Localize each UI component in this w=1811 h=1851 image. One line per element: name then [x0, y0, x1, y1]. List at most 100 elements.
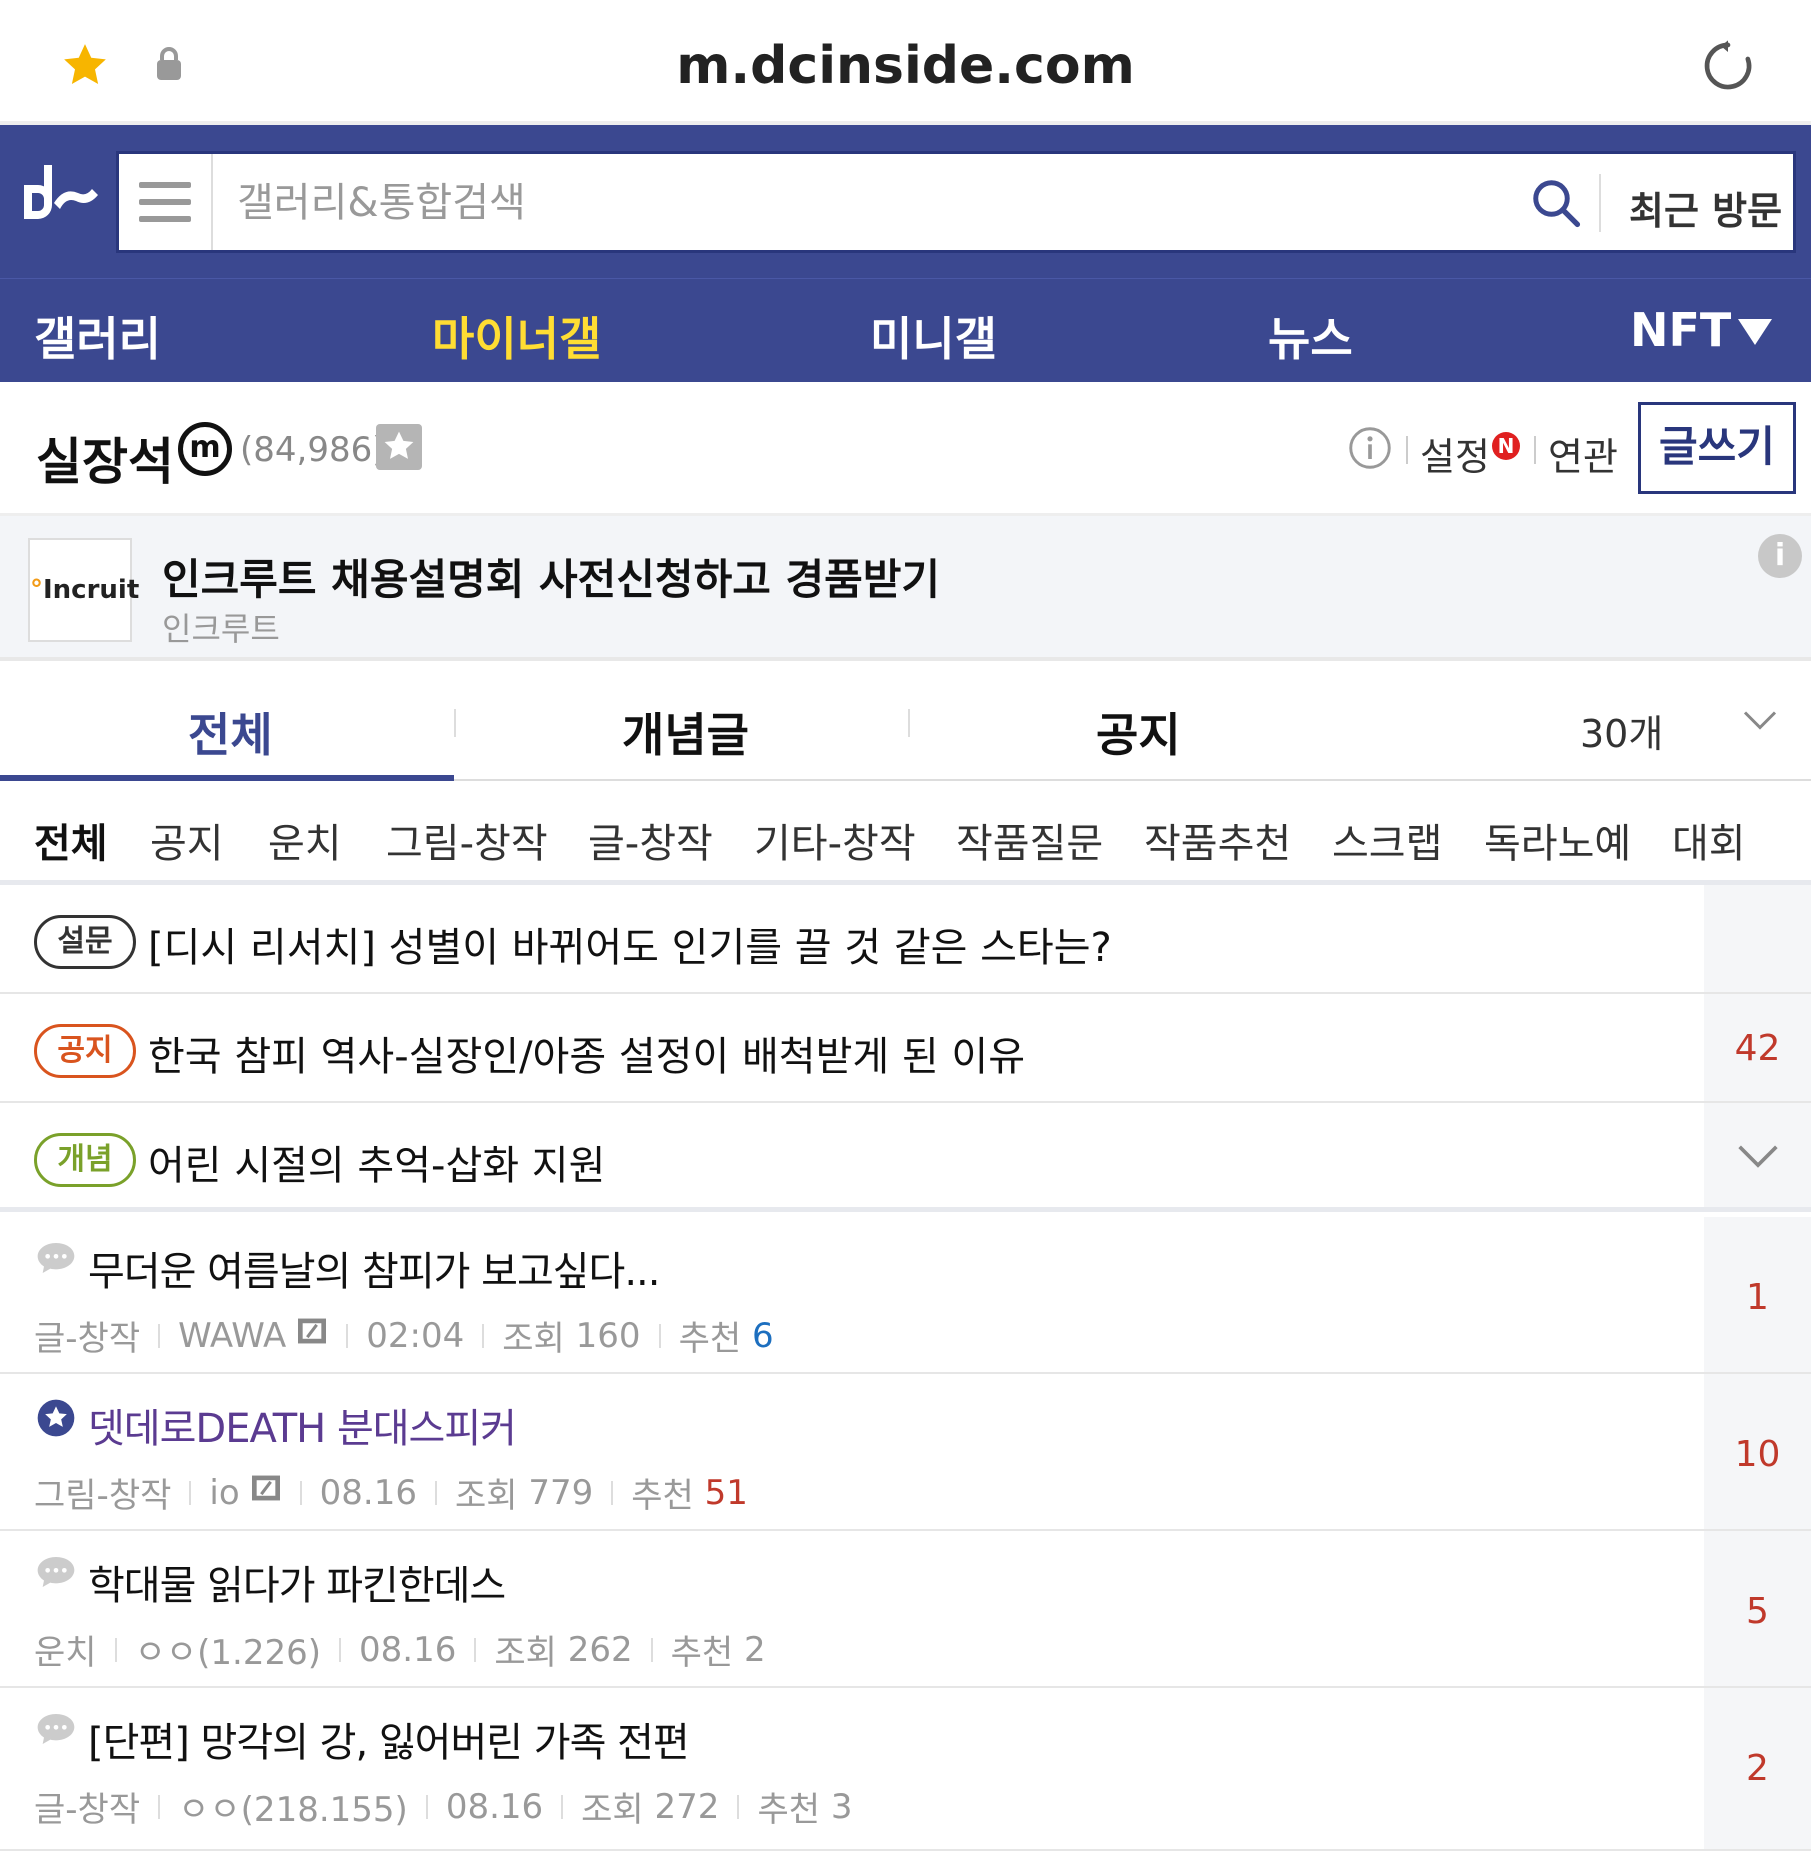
meta-divider	[339, 1637, 341, 1662]
search-icon[interactable]	[1529, 176, 1583, 230]
comment-count[interactable]: 5	[1704, 1591, 1811, 1632]
meta-divider	[189, 1480, 192, 1505]
search-divider	[1599, 174, 1601, 232]
post-title[interactable]: 무더운 여름날의 참피가 보고싶다...	[88, 1239, 660, 1297]
speech-bubble-icon	[37, 1243, 75, 1273]
post-filter-tabs: 전체 개념글 공지 30개	[0, 665, 1811, 781]
write-post-button[interactable]: 글쓰기	[1638, 402, 1796, 494]
post-category: 글-창작	[34, 1319, 141, 1359]
post-time: 08.16	[319, 1472, 417, 1513]
views-label: 조회	[502, 1319, 565, 1359]
post-category: 그림-창작	[34, 1476, 172, 1516]
post-row[interactable]: 뎃데로DEATH 분대스피커 그림-창작 io 08.16 조회 779 추천 51 1…	[0, 1374, 1811, 1531]
reco-label: 추천	[757, 1790, 820, 1830]
head-drawing[interactable]: 그림-창작	[386, 811, 548, 869]
notice-row[interactable]: 설문 [디시 리서치] 성별이 바뀌어도 인기를 끌 것 같은 스타는?	[0, 885, 1811, 994]
notice-title[interactable]: 한국 참피 역사-실장인/아종 설정이 배척받게 된 이유	[148, 1024, 1025, 1082]
nav-minor-gallery[interactable]: 마이너갤	[432, 303, 601, 369]
expand-chevron-icon[interactable]	[1736, 1141, 1780, 1171]
nav-expand-icon[interactable]	[1738, 319, 1772, 345]
tab-notice[interactable]: 공지	[1096, 699, 1181, 765]
comment-count[interactable]: 42	[1704, 1028, 1811, 1069]
post-author[interactable]: ㅇㅇ(1.226)	[135, 1625, 321, 1674]
gallery-row-divider	[1406, 436, 1408, 464]
post-recommend-count: 2	[744, 1629, 766, 1670]
meta-divider	[482, 1323, 485, 1348]
search-input[interactable]	[237, 176, 1337, 230]
head-recommend[interactable]: 작품추천	[1144, 811, 1291, 869]
head-writing[interactable]: 글-창작	[588, 811, 713, 869]
speech-bubble-icon	[37, 1714, 75, 1744]
tab-concept[interactable]: 개념글	[622, 699, 749, 765]
post-author[interactable]: WAWA	[178, 1316, 286, 1356]
head-contest[interactable]: 대회	[1672, 811, 1746, 869]
post-count-select[interactable]: 30개	[1580, 703, 1663, 758]
post-category: 운치	[34, 1633, 97, 1673]
browser-url-bar: m.dcinside.com	[0, 0, 1811, 125]
head-question[interactable]: 작품질문	[956, 811, 1103, 869]
hamburger-menu-icon[interactable]	[119, 154, 213, 250]
dc-logo-icon[interactable]	[14, 155, 114, 235]
post-views: 272	[654, 1786, 720, 1827]
url-text[interactable]: m.dcinside.com	[0, 36, 1811, 96]
post-title[interactable]: 뎃데로DEATH 분대스피커	[88, 1396, 517, 1454]
ad-title[interactable]: 인크루트 채용설명회 사전신청하고 경품받기	[162, 546, 940, 607]
head-unchi[interactable]: 운치	[268, 811, 342, 869]
meta-divider	[658, 1323, 661, 1348]
post-row[interactable]: 학대물 읽다가 파킨한데스 운치 ㅇㅇ(1.226) 08.16 조회 262 추천 2…	[0, 1531, 1811, 1688]
meta-divider	[425, 1794, 428, 1819]
meta-divider	[299, 1480, 302, 1505]
ad-logo-text: Incruit	[43, 575, 140, 605]
comment-count[interactable]: 2	[1704, 1748, 1811, 1789]
notice-row[interactable]: 공지 한국 참피 역사-실장인/아종 설정이 배척받게 된 이유 42	[0, 994, 1811, 1103]
comment-count[interactable]: 10	[1704, 1434, 1811, 1475]
meta-divider	[611, 1480, 614, 1505]
tab-all[interactable]: 전체	[188, 699, 273, 765]
notice-row[interactable]: 개념 어린 시절의 추억-삽화 지원	[0, 1103, 1811, 1212]
recent-visit-button[interactable]: 최근 방문	[1629, 180, 1782, 235]
notice-title[interactable]: 어린 시절의 추억-삽화 지원	[148, 1133, 605, 1191]
ad-banner[interactable]: °Incruit 인크루트 채용설명회 사전신청하고 경품받기 인크루트 i	[0, 516, 1811, 661]
head-all[interactable]: 전체	[34, 811, 108, 869]
post-author[interactable]: ㅇㅇ(218.155)	[178, 1782, 408, 1831]
post-time: 08.16	[445, 1786, 544, 1827]
post-title[interactable]: [단편] 망각의 강, 잃어버린 가족 전편	[88, 1710, 690, 1768]
head-slave[interactable]: 독라노예	[1484, 811, 1631, 869]
tab-divider	[908, 709, 910, 737]
head-etc[interactable]: 기타-창작	[754, 811, 916, 869]
category-heads: 전체 공지 운치 그림-창작 글-창작 기타-창작 작품질문 작품추천 스크랩 …	[0, 781, 1811, 885]
comment-count[interactable]: 1	[1704, 1277, 1811, 1318]
notice-badge: 공지	[34, 1024, 136, 1078]
nav-mini-gallery[interactable]: 미니갤	[870, 303, 997, 369]
related-gallery-button[interactable]: 연관	[1548, 426, 1618, 481]
post-title[interactable]: 학대물 읽다가 파킨한데스	[88, 1553, 506, 1611]
post-recommend-count: 51	[704, 1472, 748, 1513]
post-row[interactable]: [단편] 망각의 강, 잃어버린 가족 전편 글-창작 ㅇㅇ(218.155) 08…	[0, 1688, 1811, 1851]
main-nav: 갤러리 마이너갤 미니갤 뉴스 NFT	[0, 278, 1811, 382]
gallery-row-divider	[1534, 436, 1536, 464]
post-meta: 운치 ㅇㅇ(1.226) 08.16 조회 262 추천 2	[34, 1625, 766, 1674]
reload-icon[interactable]	[1700, 38, 1756, 94]
gallery-info-icon[interactable]	[1348, 426, 1392, 470]
post-views: 779	[528, 1472, 594, 1513]
head-scrap[interactable]: 스크랩	[1332, 811, 1442, 869]
notice-title[interactable]: [디시 리서치] 성별이 바뀌어도 인기를 끌 것 같은 스타는?	[148, 915, 1112, 973]
post-time: 08.16	[359, 1629, 457, 1670]
meta-divider	[561, 1794, 564, 1819]
favorite-star-icon[interactable]	[376, 424, 422, 470]
gallery-setting-button[interactable]: 설정	[1420, 426, 1490, 481]
post-author[interactable]: io	[209, 1473, 239, 1513]
nav-news[interactable]: 뉴스	[1268, 303, 1353, 369]
nav-nft[interactable]: NFT	[1630, 303, 1731, 357]
ad-logo: °Incruit	[28, 538, 139, 642]
ad-info-icon[interactable]: i	[1758, 534, 1802, 578]
post-row[interactable]: 무더운 여름날의 참피가 보고싶다... 글-창작 WAWA 02:04 조회 160…	[0, 1217, 1811, 1374]
views-label: 조회	[454, 1476, 518, 1516]
ad-advertiser: 인크루트	[162, 610, 280, 648]
nav-gallery[interactable]: 갤러리	[34, 303, 161, 369]
survey-badge: 설문	[34, 915, 136, 969]
head-notice[interactable]: 공지	[150, 811, 224, 869]
chevron-down-icon[interactable]	[1742, 705, 1778, 735]
post-views: 262	[567, 1629, 633, 1670]
ad-logo-dot: °	[30, 575, 43, 605]
